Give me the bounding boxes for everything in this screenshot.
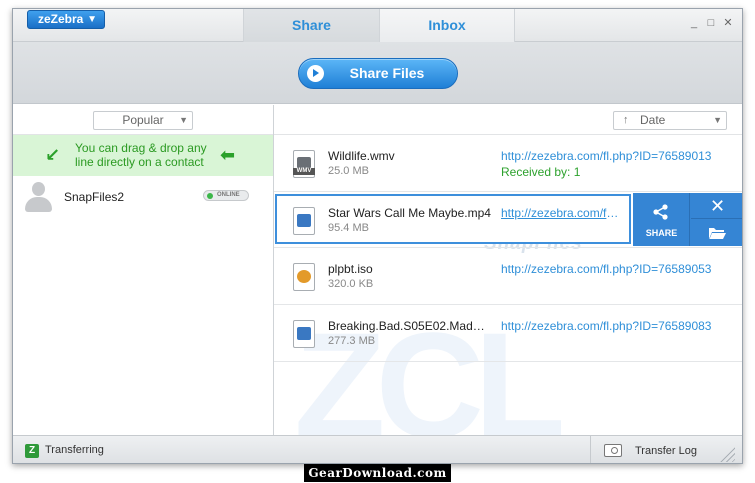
file-share-link[interactable]: http://zezebra.com/fl.php?ID=76589083 <box>501 319 711 333</box>
file-size: 277.3 MB <box>328 335 376 347</box>
file-name: Wildlife.wmv <box>328 149 395 163</box>
file-share-link[interactable]: http://zezebra.com/fl.php?ID=76589013 <box>501 149 711 163</box>
arrow-left-icon: ⬅ <box>220 145 236 165</box>
contacts-filter-bar: Popular ▼ <box>13 105 273 135</box>
tab-share[interactable]: Share <box>243 9 379 42</box>
tab-inbox[interactable]: Inbox <box>379 9 515 42</box>
file-share-link[interactable]: http://zezebra.com/fl.php?ID=76589033 <box>501 206 621 220</box>
file-size: 95.4 MB <box>328 222 369 234</box>
remove-file-button[interactable]: ✕ <box>691 193 742 219</box>
close-icon[interactable]: ✕ <box>722 17 734 29</box>
files-sort-bar: ↑ Date ▼ <box>274 105 742 135</box>
chevron-down-icon: ▼ <box>87 14 97 25</box>
file-row-selected[interactable]: Star Wars Call Me Maybe.mp4 95.4 MB http… <box>274 193 742 248</box>
status-bar: Z Transferring Transfer Log <box>13 435 742 463</box>
brand-menu-button[interactable]: zeZebra ▼ <box>27 10 105 29</box>
folder-open-icon <box>709 228 726 239</box>
credit-watermark: GearDownload.com <box>304 464 451 482</box>
chevron-down-icon: ▼ <box>713 115 722 125</box>
disc-image-file-icon <box>293 263 315 291</box>
contacts-filter-value: Popular <box>122 113 164 127</box>
zezebra-status-icon: Z <box>25 444 39 458</box>
share-button-label: SHARE <box>645 228 678 238</box>
brand-label: zeZebra <box>38 12 84 26</box>
avatar <box>23 182 53 212</box>
sort-value: Date <box>640 113 666 127</box>
log-icon <box>604 444 622 457</box>
contacts-filter-dropdown[interactable]: Popular ▼ <box>93 111 193 130</box>
share-icon <box>653 204 668 220</box>
online-dot-icon <box>207 193 213 199</box>
play-icon <box>307 65 324 82</box>
drag-drop-hint: ↙ You can drag & drop any line directly … <box>13 135 273 176</box>
hint-line-1: You can drag & drop any <box>75 141 207 155</box>
hint-line-2: line directly on a contact <box>75 155 204 169</box>
status-badge-label: ONLINE <box>217 192 240 198</box>
file-name: plpbt.iso <box>328 262 373 276</box>
arrow-down-left-icon: ↙ <box>45 145 61 165</box>
sort-dropdown[interactable]: ↑ Date ▼ <box>613 111 727 130</box>
contact-name: SnapFiles2 <box>64 190 125 204</box>
file-name: Star Wars Call Me Maybe.mp4 <box>328 206 491 220</box>
share-files-label: Share Files <box>349 65 425 81</box>
minimize-icon[interactable]: _ <box>688 17 700 29</box>
audio-video-file-icon <box>293 320 315 348</box>
chevron-down-icon: ▼ <box>179 115 188 125</box>
contacts-panel: Popular ▼ ↙ You can drag & drop any line… <box>13 105 274 435</box>
contact-item[interactable]: SnapFiles2 ONLINE <box>13 177 273 217</box>
close-icon: ✕ <box>709 196 726 216</box>
transfer-status: Transferring <box>45 444 104 456</box>
file-size: 25.0 MB <box>328 165 369 177</box>
files-panel: ↑ Date ▼ ZCL SnapFiles WMV Wildlife.wmv … <box>274 105 742 435</box>
row-actions: SHARE ✕ <box>633 193 742 246</box>
audio-video-file-icon <box>293 207 315 235</box>
resize-grip-icon[interactable] <box>717 444 735 462</box>
app-window: zeZebra ▼ Share Inbox _ □ ✕ Share Files … <box>12 8 743 464</box>
title-bar: zeZebra ▼ Share Inbox _ □ ✕ <box>13 9 742 42</box>
file-name: Breaking.Bad.S05E02.Madrigal.mp4 <box>328 319 488 333</box>
file-share-link[interactable]: http://zezebra.com/fl.php?ID=76589053 <box>501 262 711 276</box>
file-type-tag: WMV <box>293 168 315 175</box>
video-file-icon: WMV <box>293 150 315 178</box>
file-row[interactable]: WMV Wildlife.wmv 25.0 MB http://zezebra.… <box>274 136 742 192</box>
maximize-icon[interactable]: □ <box>705 17 717 29</box>
share-toolbar: Share Files <box>13 42 742 104</box>
transfer-log-button[interactable]: Transfer Log <box>590 436 712 463</box>
status-badge: ONLINE <box>203 190 249 201</box>
file-row[interactable]: Breaking.Bad.S05E02.Madrigal.mp4 277.3 M… <box>274 306 742 362</box>
open-folder-button[interactable] <box>691 220 742 246</box>
file-size: 320.0 KB <box>328 278 374 290</box>
transfer-log-label: Transfer Log <box>635 445 697 457</box>
file-row[interactable]: plpbt.iso 320.0 KB http://zezebra.com/fl… <box>274 249 742 305</box>
share-files-button[interactable]: Share Files <box>298 58 458 89</box>
share-button[interactable]: SHARE <box>633 193 690 246</box>
received-count: Received by: 1 <box>501 165 581 179</box>
sort-ascending-icon: ↑ <box>623 114 629 126</box>
